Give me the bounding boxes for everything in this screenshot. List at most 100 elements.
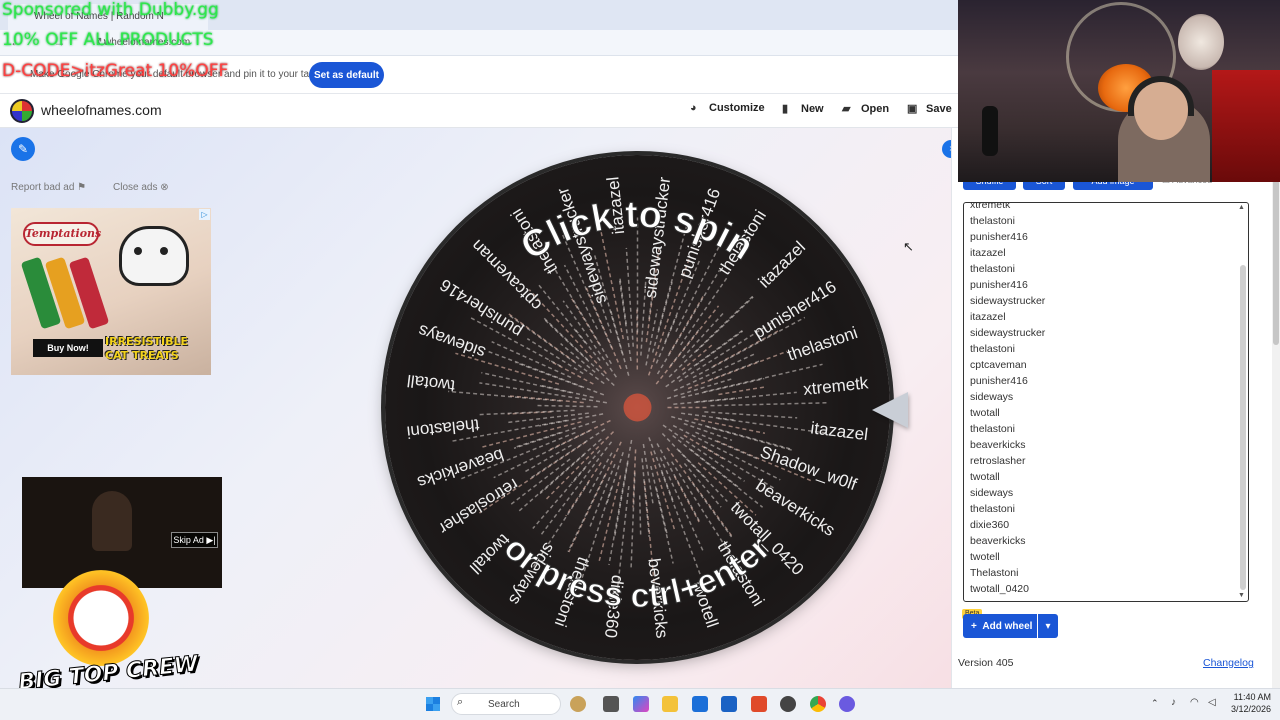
close-ads-label: Close ads: [113, 182, 158, 193]
circus-ring-graphic: [53, 570, 149, 666]
file-explorer-icon[interactable]: [662, 696, 678, 712]
wheel-segment-label: sideways: [416, 321, 488, 362]
customize-button[interactable]: ◕ Customize: [690, 102, 765, 114]
entry-item: thelastoni: [970, 263, 1015, 275]
entry-item: retroslasher: [970, 455, 1026, 467]
wheel-logo-icon[interactable]: [10, 99, 34, 123]
entry-item: sidewaystrucker: [970, 327, 1046, 339]
new-label: New: [801, 103, 824, 115]
wheel-segment-label: retroslasher: [435, 475, 522, 539]
clock-time[interactable]: 11:40 AM: [1229, 692, 1271, 702]
wheel-sparkle: [508, 412, 589, 424]
discord-icon[interactable]: [839, 696, 855, 712]
wheel-sparkle: [632, 449, 637, 508]
webcam-microphone: [982, 106, 998, 156]
clock-date[interactable]: 3/12/2026: [1226, 704, 1271, 714]
volume-icon[interactable]: ◁: [1208, 697, 1216, 708]
entry-item: cptcaveman: [970, 359, 1027, 371]
scroll-up-icon[interactable]: ▲: [1238, 204, 1245, 211]
set-as-default-button[interactable]: Set as default: [309, 62, 384, 88]
wheel-sparkle: [681, 342, 715, 371]
entry-item: thelastoni: [970, 215, 1015, 227]
entries-list: xtremetk thelastoni punisher416 itazazel the…: [970, 203, 1046, 597]
report-bad-ad-link[interactable]: Report bad ad ⚑: [11, 182, 86, 193]
wifi-icon[interactable]: ◠: [1190, 697, 1199, 708]
ad-slogan-line1: IRRESISTIBLE: [105, 335, 188, 348]
site-name[interactable]: wheelofnames.com: [41, 102, 162, 118]
wheel-sparkle: [668, 295, 754, 378]
entry-item: punisher416: [970, 279, 1028, 291]
add-wheel-dropdown-button[interactable]: ▾: [1038, 614, 1058, 638]
wheel-sparkle: [509, 458, 571, 506]
wheel-sparkle: [680, 275, 729, 346]
entry-item: twotall_0420: [970, 583, 1029, 595]
wheel-sparkle: [477, 409, 575, 416]
changelog-link[interactable]: Changelog: [1203, 657, 1254, 669]
wheel-sparkle: [608, 439, 633, 566]
outlook-icon[interactable]: [721, 696, 737, 712]
add-wheel-button[interactable]: + Add wheel: [963, 614, 1037, 638]
ad-info-icon[interactable]: ▷: [199, 209, 210, 220]
wheel-sparkle: [571, 449, 601, 484]
entries-scrollbar[interactable]: [1240, 265, 1246, 590]
wheel-sparkle: [710, 402, 828, 407]
entry-item: sideways: [970, 391, 1014, 403]
obs-icon[interactable]: [780, 696, 796, 712]
wheel-sparkle: [548, 359, 594, 385]
wheel-sparkle: [526, 337, 584, 375]
wheel-sparkle: [648, 437, 674, 502]
microphone-icon[interactable]: ♪: [1171, 697, 1176, 708]
page-scrollbar-thumb[interactable]: [1273, 180, 1279, 345]
save-button[interactable]: ▣ Save: [907, 102, 952, 115]
store-icon[interactable]: [692, 696, 708, 712]
copilot-icon[interactable]: [633, 696, 649, 712]
skip-ad-button[interactable]: Skip Ad ▶|: [171, 532, 218, 548]
wheel-sparkle: [638, 495, 642, 538]
edit-pencil-icon[interactable]: ✎: [11, 137, 35, 161]
entry-item: twotall: [970, 471, 1000, 483]
entry-item: dixie360: [970, 519, 1010, 531]
app-header: wheelofnames.com ◕ Customize ▮ New ▰ Open ▣…: [0, 94, 958, 128]
video-figure: [92, 491, 132, 551]
entry-item: sidewaystrucker: [970, 295, 1046, 307]
task-view-icon[interactable]: [603, 696, 619, 712]
entry-item: punisher416: [970, 231, 1028, 243]
sponsor-overlay-line1: Sponsored with Dubby.gg: [2, 0, 219, 20]
ad-slogan-line2: CAT TREATS: [105, 349, 179, 362]
stream-logo: BIG TOP CREW: [17, 556, 200, 696]
wheel-sparkle: [650, 451, 676, 533]
widgets-icon[interactable]: [570, 696, 586, 712]
wheel-segment-label: beaverkicks: [415, 445, 506, 492]
entry-item: sideways: [970, 487, 1014, 499]
brave-icon[interactable]: [751, 696, 767, 712]
open-label: Open: [861, 103, 890, 115]
wheel-sparkle: [491, 341, 572, 379]
flag-icon: ⚑: [77, 182, 87, 193]
wheel-sparkle: [588, 463, 616, 529]
windows-start-icon[interactable]: [426, 697, 440, 711]
ad-buy-now-button[interactable]: Buy Now!: [33, 339, 103, 357]
webcam-red-costume: [1212, 70, 1280, 182]
scroll-down-icon[interactable]: ▼: [1238, 592, 1245, 599]
wheel-segment-label: itazazel: [755, 238, 809, 292]
ad-cat-image: [119, 226, 189, 286]
close-ads-link[interactable]: Close ads ⊗: [113, 182, 169, 193]
tray-chevron-up-icon[interactable]: ⌃: [1151, 698, 1159, 709]
press-text-path-text: or press ctrl+enter: [497, 529, 778, 615]
taskbar-search[interactable]: Search: [451, 693, 561, 715]
advertisement-banner[interactable]: Temptations Buy Now! IRRESISTIBLE CAT TR…: [11, 208, 211, 375]
wheel-segment-label: twotall: [406, 371, 456, 396]
entry-item: twotell: [970, 551, 1000, 563]
customize-label: Customize: [709, 102, 765, 114]
spin-wheel[interactable]: xtremetk itazazel Shadow_w0lf beaverkicks tw…: [385, 155, 890, 660]
chrome-icon[interactable]: [810, 696, 826, 712]
open-button[interactable]: ▰ Open: [842, 102, 889, 115]
save-label: Save: [926, 103, 952, 115]
wheel-sparkle: [645, 309, 659, 366]
wheel-sparkle: [482, 421, 582, 448]
webcam-clown: [1178, 14, 1224, 70]
new-button[interactable]: ▮ New: [782, 102, 824, 115]
entries-textarea[interactable]: xtremetk thelastoni punisher416 itazazel the…: [963, 202, 1249, 602]
wheel-center-glow: [623, 393, 652, 422]
wheel-sparkle: [537, 404, 598, 408]
